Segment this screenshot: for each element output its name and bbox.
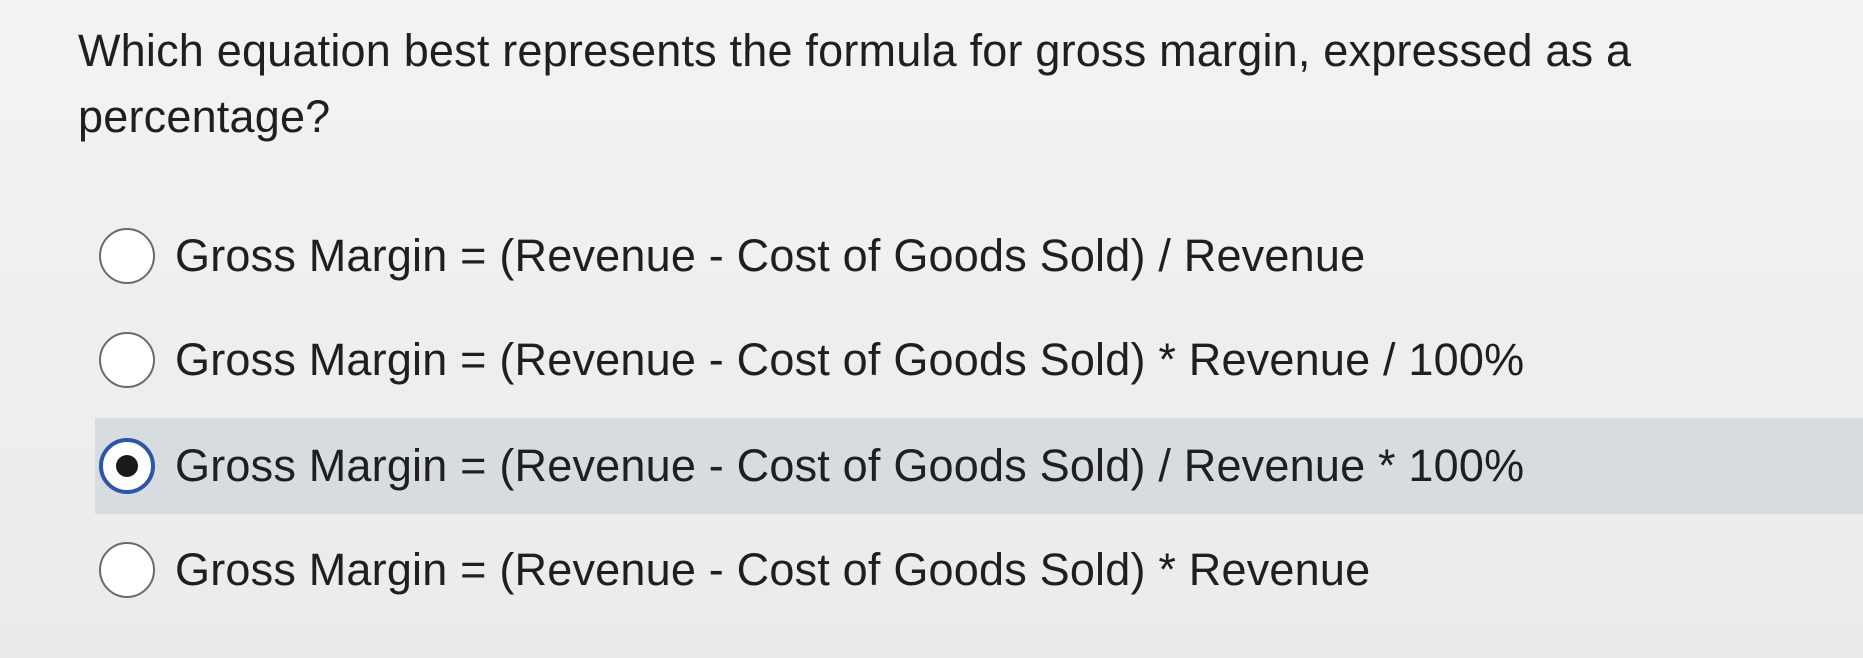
answer-option-1[interactable]: Gross Margin = (Revenue - Cost of Goods … — [95, 208, 1455, 304]
radio-button-1[interactable] — [99, 228, 155, 284]
answer-option-2-label: Gross Margin = (Revenue - Cost of Goods … — [175, 334, 1525, 385]
answer-option-3[interactable]: Gross Margin = (Revenue - Cost of Goods … — [95, 418, 1863, 514]
answer-option-2[interactable]: Gross Margin = (Revenue - Cost of Goods … — [95, 312, 1615, 408]
answer-option-3-label: Gross Margin = (Revenue - Cost of Goods … — [175, 440, 1525, 491]
answer-option-4[interactable]: Gross Margin = (Revenue - Cost of Goods … — [95, 522, 1455, 618]
radio-button-2[interactable] — [99, 332, 155, 388]
quiz-question-panel: Which equation best represents the formu… — [0, 0, 1863, 658]
radio-button-3-selected[interactable] — [99, 438, 155, 494]
question-text: Which equation best represents the formu… — [78, 25, 1632, 142]
answer-option-1-label: Gross Margin = (Revenue - Cost of Goods … — [175, 230, 1366, 281]
answer-option-4-label: Gross Margin = (Revenue - Cost of Goods … — [175, 544, 1371, 595]
radio-button-4[interactable] — [99, 542, 155, 598]
